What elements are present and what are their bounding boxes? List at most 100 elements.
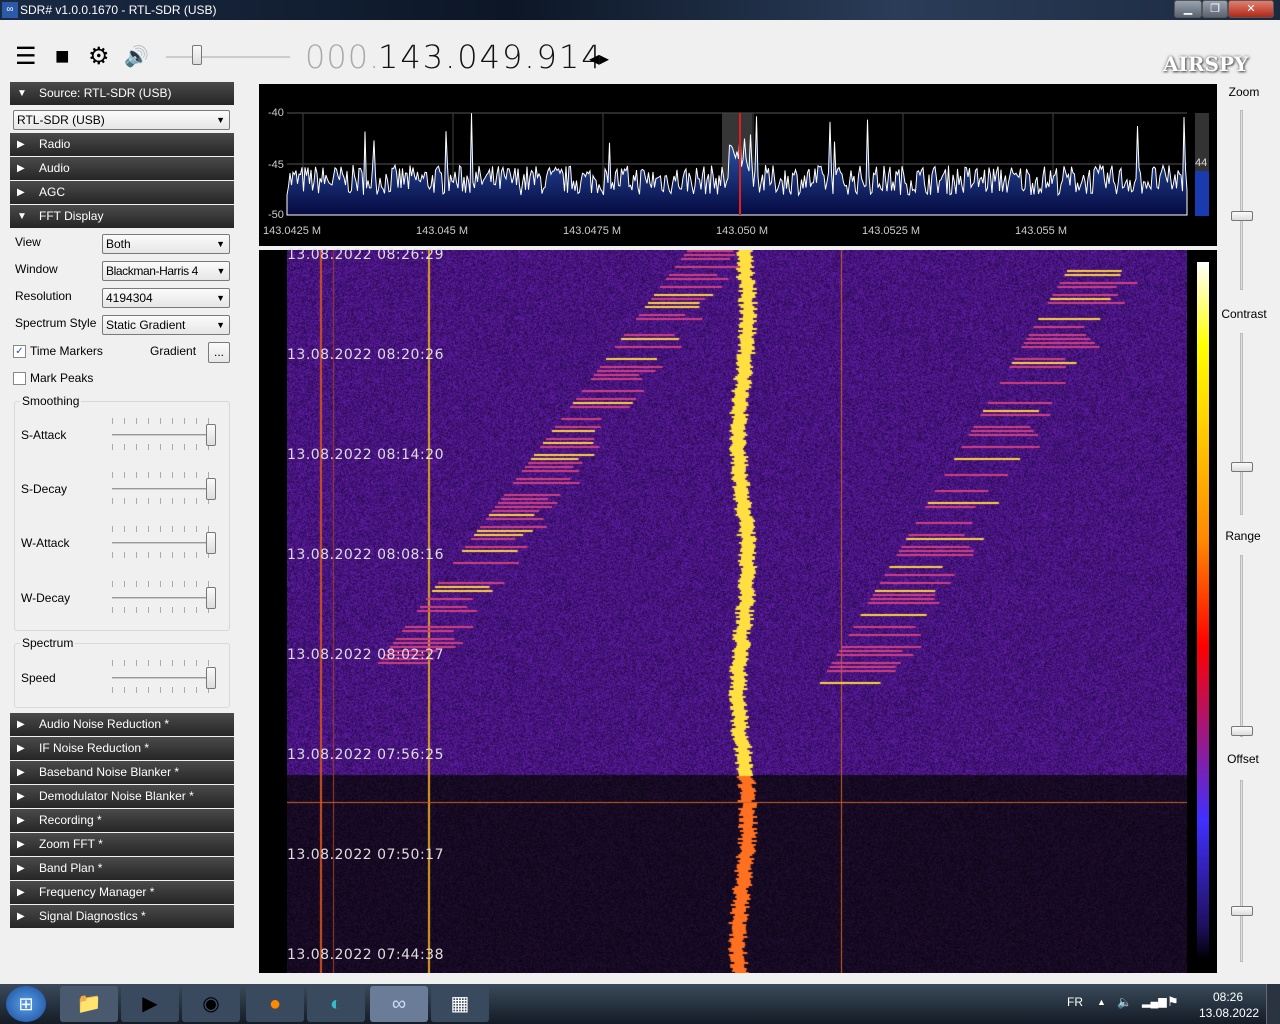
- section-header[interactable]: ▶ Baseband Noise Blanker *: [10, 761, 234, 784]
- volume-tray-icon[interactable]: 🔈: [1117, 995, 1132, 1009]
- time-marker: 13.08.2022 08:08:16: [287, 547, 444, 563]
- smoothing-slider-thumb[interactable]: [206, 478, 216, 500]
- resolution-select[interactable]: 4194304 ▼: [102, 288, 230, 308]
- app-icon[interactable]: ∞: [2, 2, 18, 18]
- smoothing-slider[interactable]: [112, 434, 214, 436]
- section-agc[interactable]: ▶ AGC: [10, 181, 234, 204]
- smoothing-slider[interactable]: [112, 597, 214, 599]
- mark-peaks-label: Mark Peaks: [30, 371, 94, 385]
- time-marker: 13.08.2022 07:56:25: [287, 747, 444, 763]
- chevron-down-icon: ▼: [216, 266, 225, 276]
- volume-slider-thumb[interactable]: [192, 45, 202, 65]
- source-select[interactable]: RTL-SDR (USB) ▼: [13, 110, 230, 130]
- time-marker: 13.08.2022 08:14:20: [287, 447, 444, 463]
- gradient-button[interactable]: ...: [208, 342, 230, 363]
- collapsed-icon: ▶: [17, 911, 25, 922]
- contrast-slider[interactable]: [1240, 333, 1243, 515]
- range-slider-thumb[interactable]: [1231, 726, 1253, 736]
- menu-icon[interactable]: ☰: [15, 44, 37, 70]
- tune-arrows-icon[interactable]: ◂▸: [589, 46, 609, 71]
- spectrum-group-title: Spectrum: [20, 636, 76, 650]
- network-icon[interactable]: ▂▄▆: [1142, 995, 1167, 1008]
- y-tick: -45: [268, 159, 284, 171]
- gradient-label: Gradient: [150, 344, 197, 358]
- smoothing-slider[interactable]: [112, 488, 214, 490]
- section-label: Band Plan *: [39, 861, 103, 875]
- maximize-button[interactable]: ❐: [1202, 0, 1228, 18]
- spectrum-analyzer[interactable]: [259, 84, 1217, 246]
- frequency-prefix[interactable]: 000.: [305, 38, 380, 76]
- section-header[interactable]: ▶ Band Plan *: [10, 857, 234, 880]
- show-desktop-button[interactable]: [1266, 984, 1280, 1024]
- media-player-icon[interactable]: ▶: [121, 986, 179, 1022]
- smoothing-slider-thumb[interactable]: [206, 587, 216, 609]
- action-center-flag-icon[interactable]: ⚑: [1167, 994, 1179, 1010]
- zoom-slider[interactable]: [1240, 110, 1243, 290]
- time-markers-checkbox[interactable]: ✓: [13, 345, 26, 358]
- section-header[interactable]: ▶ Zoom FFT *: [10, 833, 234, 856]
- collapsed-icon: ▶: [17, 791, 25, 802]
- section-label: FFT Display: [39, 209, 104, 223]
- offset-slider[interactable]: [1240, 780, 1243, 962]
- smoothing-slider-thumb[interactable]: [206, 424, 216, 446]
- slider-ticks: [112, 660, 214, 666]
- section-label: AGC: [39, 185, 66, 199]
- clock-date[interactable]: 13.08.2022: [1199, 1006, 1259, 1020]
- slider-ticks: [112, 581, 214, 587]
- window-value: Blackman-Harris 4: [106, 264, 198, 278]
- start-button[interactable]: ⊞: [6, 986, 46, 1022]
- clock-time[interactable]: 08:26: [1213, 990, 1243, 1004]
- speed-slider-thumb[interactable]: [206, 667, 216, 689]
- spectrum-plot[interactable]: [259, 84, 1217, 246]
- minimize-button[interactable]: ▁: [1174, 0, 1202, 18]
- firefox-icon[interactable]: ●: [246, 986, 304, 1022]
- slider-label: S-Decay: [21, 482, 68, 496]
- section-header[interactable]: ▶ Demodulator Noise Blanker *: [10, 785, 234, 808]
- section-header[interactable]: ▶ IF Noise Reduction *: [10, 737, 234, 760]
- view-select[interactable]: Both ▼: [102, 234, 230, 254]
- mark-peaks-checkbox[interactable]: [13, 372, 26, 385]
- offset-label: Offset: [1227, 752, 1259, 766]
- view-label: View: [15, 235, 41, 249]
- expanded-icon: ▼: [17, 88, 27, 99]
- smoothing-slider-thumb[interactable]: [206, 532, 216, 554]
- stop-icon[interactable]: ■: [55, 44, 70, 70]
- section-header[interactable]: ▶ Audio Noise Reduction *: [10, 713, 234, 736]
- range-slider[interactable]: [1240, 555, 1243, 737]
- section-header[interactable]: ▶ Signal Diagnostics *: [10, 905, 234, 928]
- sdrsharp-taskbar-icon[interactable]: ∞: [370, 986, 428, 1022]
- level-value: 44: [1195, 157, 1208, 169]
- language-indicator[interactable]: FR: [1067, 995, 1083, 1009]
- frequency-display[interactable]: 143.049.914: [378, 38, 604, 76]
- source-header[interactable]: ▼ Source: RTL-SDR (USB): [10, 82, 234, 105]
- view-value: Both: [106, 237, 131, 251]
- tray-expand-icon[interactable]: ▲: [1097, 997, 1106, 1007]
- section-header[interactable]: ▶ Recording *: [10, 809, 234, 832]
- section-header[interactable]: ▶ Frequency Manager *: [10, 881, 234, 904]
- slider-ticks: [112, 498, 214, 504]
- y-tick: -40: [268, 107, 284, 119]
- edge-icon[interactable]: ◐: [307, 986, 365, 1022]
- window-select[interactable]: Blackman-Harris 4 ▼: [102, 261, 230, 281]
- x-tick: 143.045 M: [416, 225, 468, 237]
- volume-icon[interactable]: 🔊: [124, 44, 149, 70]
- calculator-icon[interactable]: ▦: [431, 986, 489, 1022]
- explorer-icon[interactable]: 📁: [60, 986, 118, 1022]
- chrome-icon[interactable]: ◉: [182, 986, 240, 1022]
- speed-slider[interactable]: [112, 677, 214, 679]
- volume-slider[interactable]: [166, 56, 290, 58]
- close-button[interactable]: ✕: [1228, 0, 1274, 18]
- gear-icon[interactable]: ⚙: [88, 44, 110, 70]
- spectrum-style-select[interactable]: Static Gradient ▼: [102, 315, 230, 335]
- section-radio[interactable]: ▶ Radio: [10, 133, 234, 156]
- zoom-slider-thumb[interactable]: [1231, 211, 1253, 221]
- section-fft-display[interactable]: ▼ FFT Display: [10, 205, 234, 228]
- chevron-down-icon: ▼: [216, 115, 225, 125]
- section-audio[interactable]: ▶ Audio: [10, 157, 234, 180]
- spectrum-style-label: Spectrum Style: [15, 316, 97, 330]
- smoothing-slider[interactable]: [112, 542, 214, 544]
- offset-slider-thumb[interactable]: [1231, 906, 1253, 916]
- slider-ticks: [112, 444, 214, 450]
- contrast-slider-thumb[interactable]: [1231, 462, 1253, 472]
- section-label: Zoom FFT *: [39, 837, 103, 851]
